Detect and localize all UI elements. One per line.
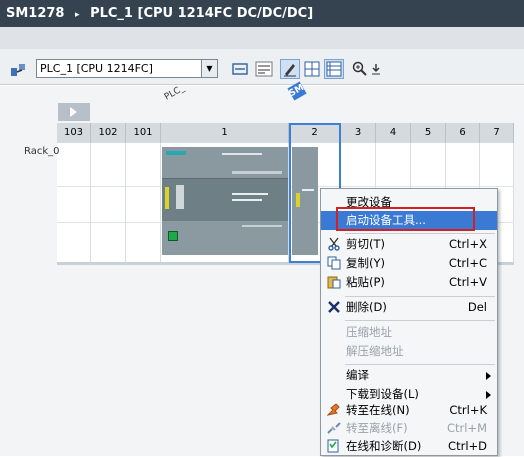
menu-item-label: 转至离线(F) [346, 421, 408, 435]
copy-icon [326, 256, 342, 271]
cpu-module-image[interactable] [162, 147, 288, 255]
slot-header-103: 103 [57, 123, 91, 143]
menu-item-paste[interactable]: 粘贴(P) Ctrl+V [321, 273, 497, 292]
menu-item-go-offline[interactable]: 转至离线(F) Ctrl+M [321, 419, 497, 438]
slot-header-7: 7 [480, 123, 514, 143]
diagnostics-icon [326, 439, 342, 454]
highlight-annotation-box [336, 207, 475, 231]
delete-icon [326, 300, 342, 315]
chevron-down-icon[interactable]: ▼ [201, 60, 217, 77]
toolbar-right [230, 58, 382, 80]
menu-item-shortcut: Ctrl+V [449, 275, 487, 289]
menu-item-label: 剪切(T) [346, 237, 385, 251]
network-view-icon[interactable] [8, 59, 28, 79]
slot-header-3: 3 [341, 123, 376, 143]
menu-item-label: 在线和诊断(D) [346, 439, 422, 453]
menu-item-label: 转至在线(N) [346, 403, 410, 417]
slot-header-1: 1 [161, 123, 289, 143]
menu-item-delete[interactable]: 删除(D) Del [321, 298, 497, 317]
go-online-icon [326, 403, 342, 418]
menu-item-shortcut: Ctrl+M [446, 421, 487, 435]
menu-separator [345, 320, 495, 321]
cpu-bottom-terminal [162, 221, 288, 255]
cpu-top-terminal [162, 147, 288, 179]
slot-header-4: 4 [376, 123, 411, 143]
device-select-value: PLC_1 [CPU 1214FC] [40, 62, 153, 75]
addresses-icon[interactable] [254, 59, 274, 79]
go-offline-icon [326, 421, 342, 436]
device-data-icon[interactable] [230, 59, 250, 79]
menu-item-copy[interactable]: 复制(Y) Ctrl+C [321, 254, 497, 273]
title-bar: SM1278 ▸ PLC_1 [CPU 1214FC DC/DC/DC] [0, 0, 524, 27]
title-device: SM1278 [6, 6, 65, 21]
slot-header-102: 102 [91, 123, 126, 143]
rack-label: Rack_0 [24, 146, 60, 157]
slot-cell-101[interactable] [126, 143, 161, 263]
menu-item-label: 删除(D) [346, 300, 387, 314]
slot-cell-103[interactable] [57, 143, 91, 263]
menu-separator [345, 233, 495, 234]
menu-item-go-online[interactable]: 转至在线(N) Ctrl+K [321, 401, 497, 420]
slot-header-101: 101 [126, 123, 161, 143]
menu-separator [345, 364, 495, 365]
slot-header-5: 5 [411, 123, 446, 143]
menu-item-compress-addresses[interactable]: 压缩地址 [321, 323, 497, 342]
menu-item-shortcut: Ctrl+C [448, 256, 487, 270]
zoom-icon[interactable] [350, 59, 370, 79]
menu-item-shortcut: Del [467, 300, 487, 314]
slot-cell-102[interactable] [91, 143, 126, 263]
menu-item-shortcut: Ctrl+D [448, 439, 487, 453]
grid-icon[interactable] [302, 59, 322, 79]
paste-icon [326, 275, 342, 290]
slot-header-6: 6 [446, 123, 480, 143]
title-plc: PLC_1 [CPU 1214FC DC/DC/DC] [90, 6, 314, 21]
menu-item-online-diagnostics[interactable]: 在线和诊断(D) Ctrl+D [321, 437, 497, 456]
tab-strip [0, 27, 524, 49]
rack-scroll-left-icon[interactable] [58, 103, 90, 121]
menu-item-cut[interactable]: 剪切(T) Ctrl+X [321, 235, 497, 254]
pen-tool-icon[interactable] [280, 59, 300, 79]
menu-item-shortcut: Ctrl+X [449, 237, 487, 251]
menu-item-label: 压缩地址 [346, 325, 392, 339]
submenu-arrow-icon [486, 391, 491, 399]
menu-item-label: 解压缩地址 [346, 344, 404, 358]
menu-item-compile[interactable]: 编译 [321, 366, 497, 385]
device-select[interactable]: PLC_1 [CPU 1214FC] ▼ [36, 59, 218, 78]
zoom-menu-icon[interactable] [370, 59, 382, 79]
menu-item-decompress-addresses[interactable]: 解压缩地址 [321, 342, 497, 361]
menu-item-label: 编译 [346, 368, 369, 382]
submenu-arrow-icon [486, 372, 491, 380]
breadcrumb-arrow-icon: ▸ [75, 10, 80, 20]
scissors-icon [326, 237, 342, 252]
menu-item-label: 复制(Y) [346, 256, 385, 270]
toolbar-left [8, 58, 28, 80]
menu-item-shortcut: Ctrl+K [449, 403, 487, 417]
menu-separator [345, 296, 495, 297]
cpu-front-panel [162, 179, 288, 221]
table-view-icon[interactable] [324, 59, 344, 79]
menu-item-label: 粘贴(P) [346, 275, 385, 289]
